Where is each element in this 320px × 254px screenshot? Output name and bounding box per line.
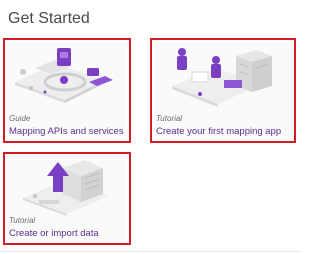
card-kind: Guide xyxy=(9,114,31,123)
page-title: Get Started xyxy=(8,10,90,27)
map-services-illustration xyxy=(15,48,113,103)
data-upload-illustration xyxy=(23,160,109,216)
card-create-or-import-data[interactable]: Tutorial Create or import data xyxy=(3,152,131,245)
card-create-your-first-mapping-app[interactable]: Tutorial Create your first mapping app xyxy=(150,38,296,143)
app-building-illustration xyxy=(172,48,272,107)
card-kind: Tutorial xyxy=(9,216,36,225)
divider xyxy=(0,251,300,252)
card-title-link[interactable]: Create your first mapping app xyxy=(156,126,281,137)
card-mapping-apis-and-services[interactable]: Guide Mapping APIs and services xyxy=(3,38,131,143)
card-title-link[interactable]: Create or import data xyxy=(9,228,99,239)
card-title-link[interactable]: Mapping APIs and services xyxy=(9,126,124,137)
card-kind: Tutorial xyxy=(156,114,183,123)
